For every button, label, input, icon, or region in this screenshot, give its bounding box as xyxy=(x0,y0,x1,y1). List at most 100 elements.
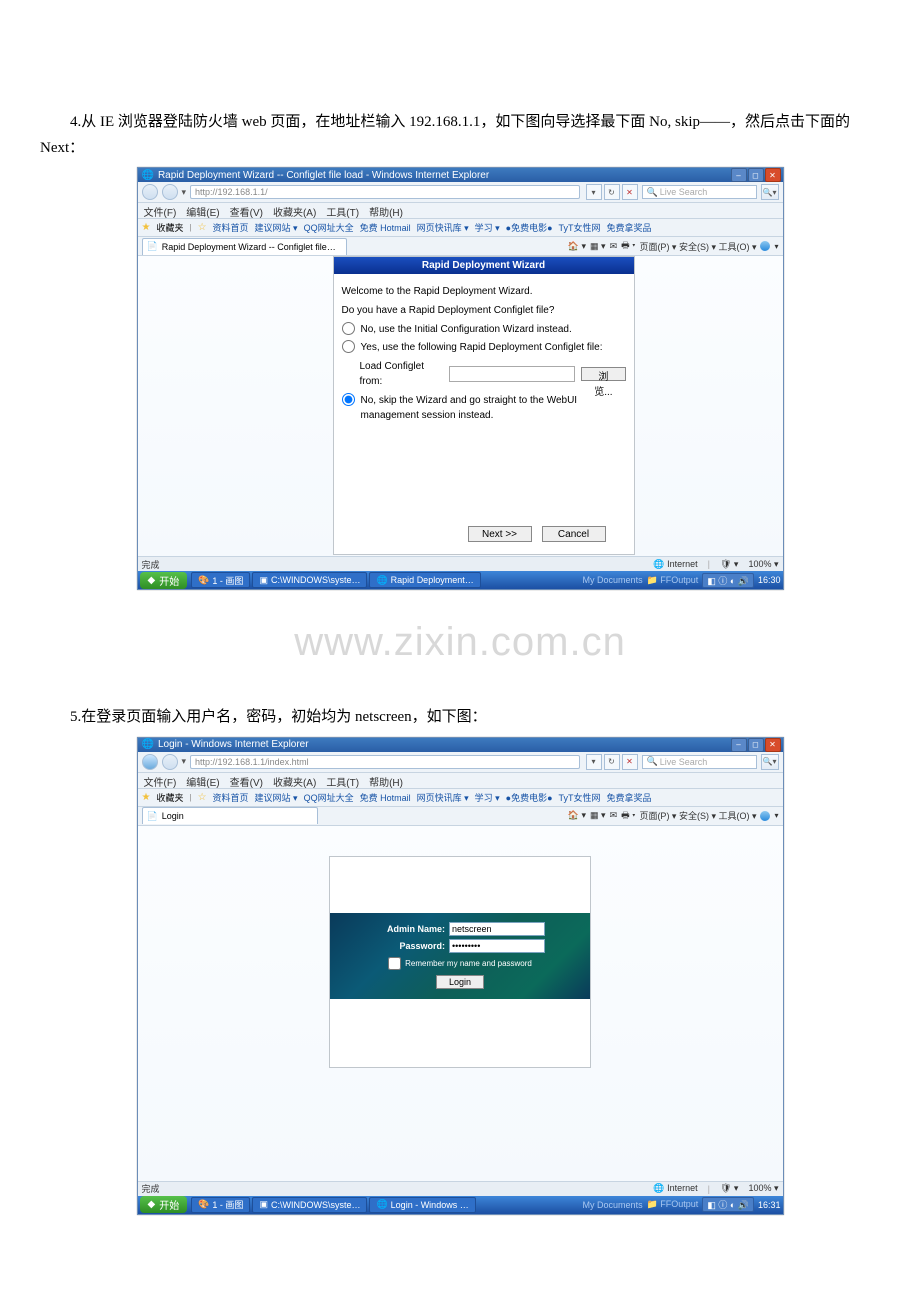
password-input[interactable] xyxy=(449,939,545,953)
feeds-icon[interactable]: ▦ ▾ xyxy=(590,241,606,252)
fav-item-1[interactable]: 建议网站 ▾ xyxy=(255,221,298,234)
tray-icons[interactable]: ◧ ⓘ ◐ 🔊 xyxy=(702,1197,754,1212)
print-icon[interactable]: 🖶 ▾ xyxy=(621,238,635,254)
search-go-button[interactable]: 🔍▾ xyxy=(761,754,779,770)
zoom-level[interactable]: 100% ▾ xyxy=(748,559,778,570)
fav-item-6[interactable]: ●免费电影● xyxy=(506,791,553,804)
fav-item-3[interactable]: 免费 Hotmail xyxy=(360,791,411,804)
fav-item-1[interactable]: 建议网站 ▾ xyxy=(255,791,298,804)
fav-add-icon[interactable]: ☆ xyxy=(198,792,207,803)
browser-tab[interactable]: 📄 Rapid Deployment Wizard -- Configlet f… xyxy=(142,238,347,255)
task-ie[interactable]: 🌐Rapid Deployment… xyxy=(369,572,480,588)
menu-help[interactable]: 帮助(H) xyxy=(369,204,403,217)
address-bar[interactable]: http://192.168.1.1/index.html xyxy=(190,755,579,769)
menu-edit[interactable]: 编辑(E) xyxy=(186,774,219,787)
page-menu[interactable]: 页面(P) ▾ 安全(S) ▾ 工具(O) ▾ xyxy=(639,240,756,253)
fav-item-7[interactable]: TyT女性网 xyxy=(559,791,601,804)
close-button[interactable]: ✕ xyxy=(765,738,781,752)
fav-item-7[interactable]: TyT女性网 xyxy=(559,221,601,234)
fav-item-5[interactable]: 学习 ▾ xyxy=(475,791,500,804)
menu-edit[interactable]: 编辑(E) xyxy=(186,204,219,217)
fav-item-4[interactable]: 网页快讯库 ▾ xyxy=(417,221,469,234)
login-button[interactable]: Login xyxy=(436,975,484,989)
fav-item-0[interactable]: 资料首页 xyxy=(213,791,249,804)
page-menu[interactable]: 页面(P) ▾ 安全(S) ▾ 工具(O) ▾ xyxy=(639,809,756,822)
back-button[interactable] xyxy=(142,184,158,200)
menu-help[interactable]: 帮助(H) xyxy=(369,774,403,787)
close-button[interactable]: ✕ xyxy=(765,168,781,182)
minimize-button[interactable]: – xyxy=(731,168,747,182)
option-yes-configlet[interactable] xyxy=(342,340,355,353)
mail-icon[interactable]: ✉ xyxy=(610,241,618,252)
search-go-button[interactable]: 🔍▾ xyxy=(761,184,779,200)
print-icon[interactable]: 🖶 ▾ xyxy=(621,808,635,824)
search-box[interactable]: 🔍 Live Search xyxy=(642,755,757,769)
tray-icons[interactable]: ◧ ⓘ ◐ 🔊 xyxy=(702,573,754,588)
maximize-button[interactable]: ◻ xyxy=(748,738,764,752)
favorites-star-icon[interactable]: ★ xyxy=(142,222,151,233)
fav-item-5[interactable]: 学习 ▾ xyxy=(475,221,500,234)
home-icon[interactable]: 🏠 ▾ xyxy=(568,241,586,252)
next-button[interactable]: Next >> xyxy=(468,526,532,542)
fav-item-2[interactable]: QQ网址大全 xyxy=(304,791,354,804)
menu-file[interactable]: 文件(F) xyxy=(144,774,177,787)
home-icon[interactable]: 🏠 ▾ xyxy=(568,810,586,821)
task-cmd[interactable]: ▣C:\WINDOWS\syste… xyxy=(252,1197,367,1213)
task-ie[interactable]: 🌐Login - Windows … xyxy=(369,1197,475,1213)
mydocuments-link[interactable]: My Documents xyxy=(583,575,643,585)
refresh-button[interactable]: ↻ xyxy=(604,754,620,770)
refresh-button[interactable]: ↻ xyxy=(604,184,620,200)
go-dropdown[interactable]: ▾ xyxy=(586,754,602,770)
zoom-level[interactable]: 100% ▾ xyxy=(748,1183,778,1194)
menu-view[interactable]: 查看(V) xyxy=(230,204,263,217)
dropdown-icon[interactable]: ▾ xyxy=(182,187,187,198)
menu-file[interactable]: 文件(F) xyxy=(144,204,177,217)
help-icon[interactable] xyxy=(760,241,770,251)
task-cmd[interactable]: ▣C:\WINDOWS\syste… xyxy=(252,572,367,588)
menu-tools[interactable]: 工具(T) xyxy=(326,774,359,787)
browser-tab[interactable]: 📄 Login xyxy=(142,807,318,824)
start-button[interactable]: ◆ 开始 xyxy=(140,1196,188,1213)
forward-button[interactable] xyxy=(162,754,178,770)
stop-button[interactable]: ✕ xyxy=(622,754,638,770)
option-no-skip[interactable] xyxy=(342,393,355,406)
remember-checkbox[interactable] xyxy=(388,957,401,970)
forward-button[interactable] xyxy=(162,184,178,200)
task-paint[interactable]: 🎨1 - 画图 xyxy=(191,1197,250,1213)
stop-button[interactable]: ✕ xyxy=(622,184,638,200)
browse-button[interactable]: 浏览... xyxy=(581,367,625,381)
fav-item-4[interactable]: 网页快讯库 ▾ xyxy=(417,791,469,804)
back-button[interactable] xyxy=(142,754,158,770)
address-bar[interactable]: http://192.168.1.1/ xyxy=(190,185,579,199)
search-icon: 🔍 xyxy=(647,187,658,198)
help-icon[interactable] xyxy=(760,811,770,821)
mydocuments-link[interactable]: My Documents xyxy=(583,1200,643,1210)
ffoutput-link[interactable]: 📁 FFOutput xyxy=(647,575,699,586)
fav-item-8[interactable]: 免费拿奖品 xyxy=(607,221,652,234)
ffoutput-link[interactable]: 📁 FFOutput xyxy=(647,1199,699,1210)
fav-item-0[interactable]: 资料首页 xyxy=(213,221,249,234)
fav-item-2[interactable]: QQ网址大全 xyxy=(304,221,354,234)
maximize-button[interactable]: ◻ xyxy=(748,168,764,182)
start-button[interactable]: ◆ 开始 xyxy=(140,572,188,589)
menu-favorites[interactable]: 收藏夹(A) xyxy=(273,774,316,787)
minimize-button[interactable]: – xyxy=(731,738,747,752)
task-paint[interactable]: 🎨1 - 画图 xyxy=(191,572,250,588)
menu-view[interactable]: 查看(V) xyxy=(230,774,263,787)
fav-add-icon[interactable]: ☆ xyxy=(198,222,207,233)
favorites-star-icon[interactable]: ★ xyxy=(142,792,151,803)
fav-item-6[interactable]: ●免费电影● xyxy=(506,221,553,234)
search-box[interactable]: 🔍 Live Search xyxy=(642,185,757,199)
mail-icon[interactable]: ✉ xyxy=(610,810,618,821)
admin-name-input[interactable] xyxy=(449,922,545,936)
configlet-path-input[interactable] xyxy=(449,366,575,382)
fav-item-3[interactable]: 免费 Hotmail xyxy=(360,221,411,234)
feeds-icon[interactable]: ▦ ▾ xyxy=(590,810,606,821)
fav-item-8[interactable]: 免费拿奖品 xyxy=(607,791,652,804)
cancel-button[interactable]: Cancel xyxy=(542,526,606,542)
go-dropdown[interactable]: ▾ xyxy=(586,184,602,200)
menu-tools[interactable]: 工具(T) xyxy=(326,204,359,217)
dropdown-icon[interactable]: ▾ xyxy=(182,756,187,767)
option-no-iwc[interactable] xyxy=(342,322,355,335)
menu-favorites[interactable]: 收藏夹(A) xyxy=(273,204,316,217)
